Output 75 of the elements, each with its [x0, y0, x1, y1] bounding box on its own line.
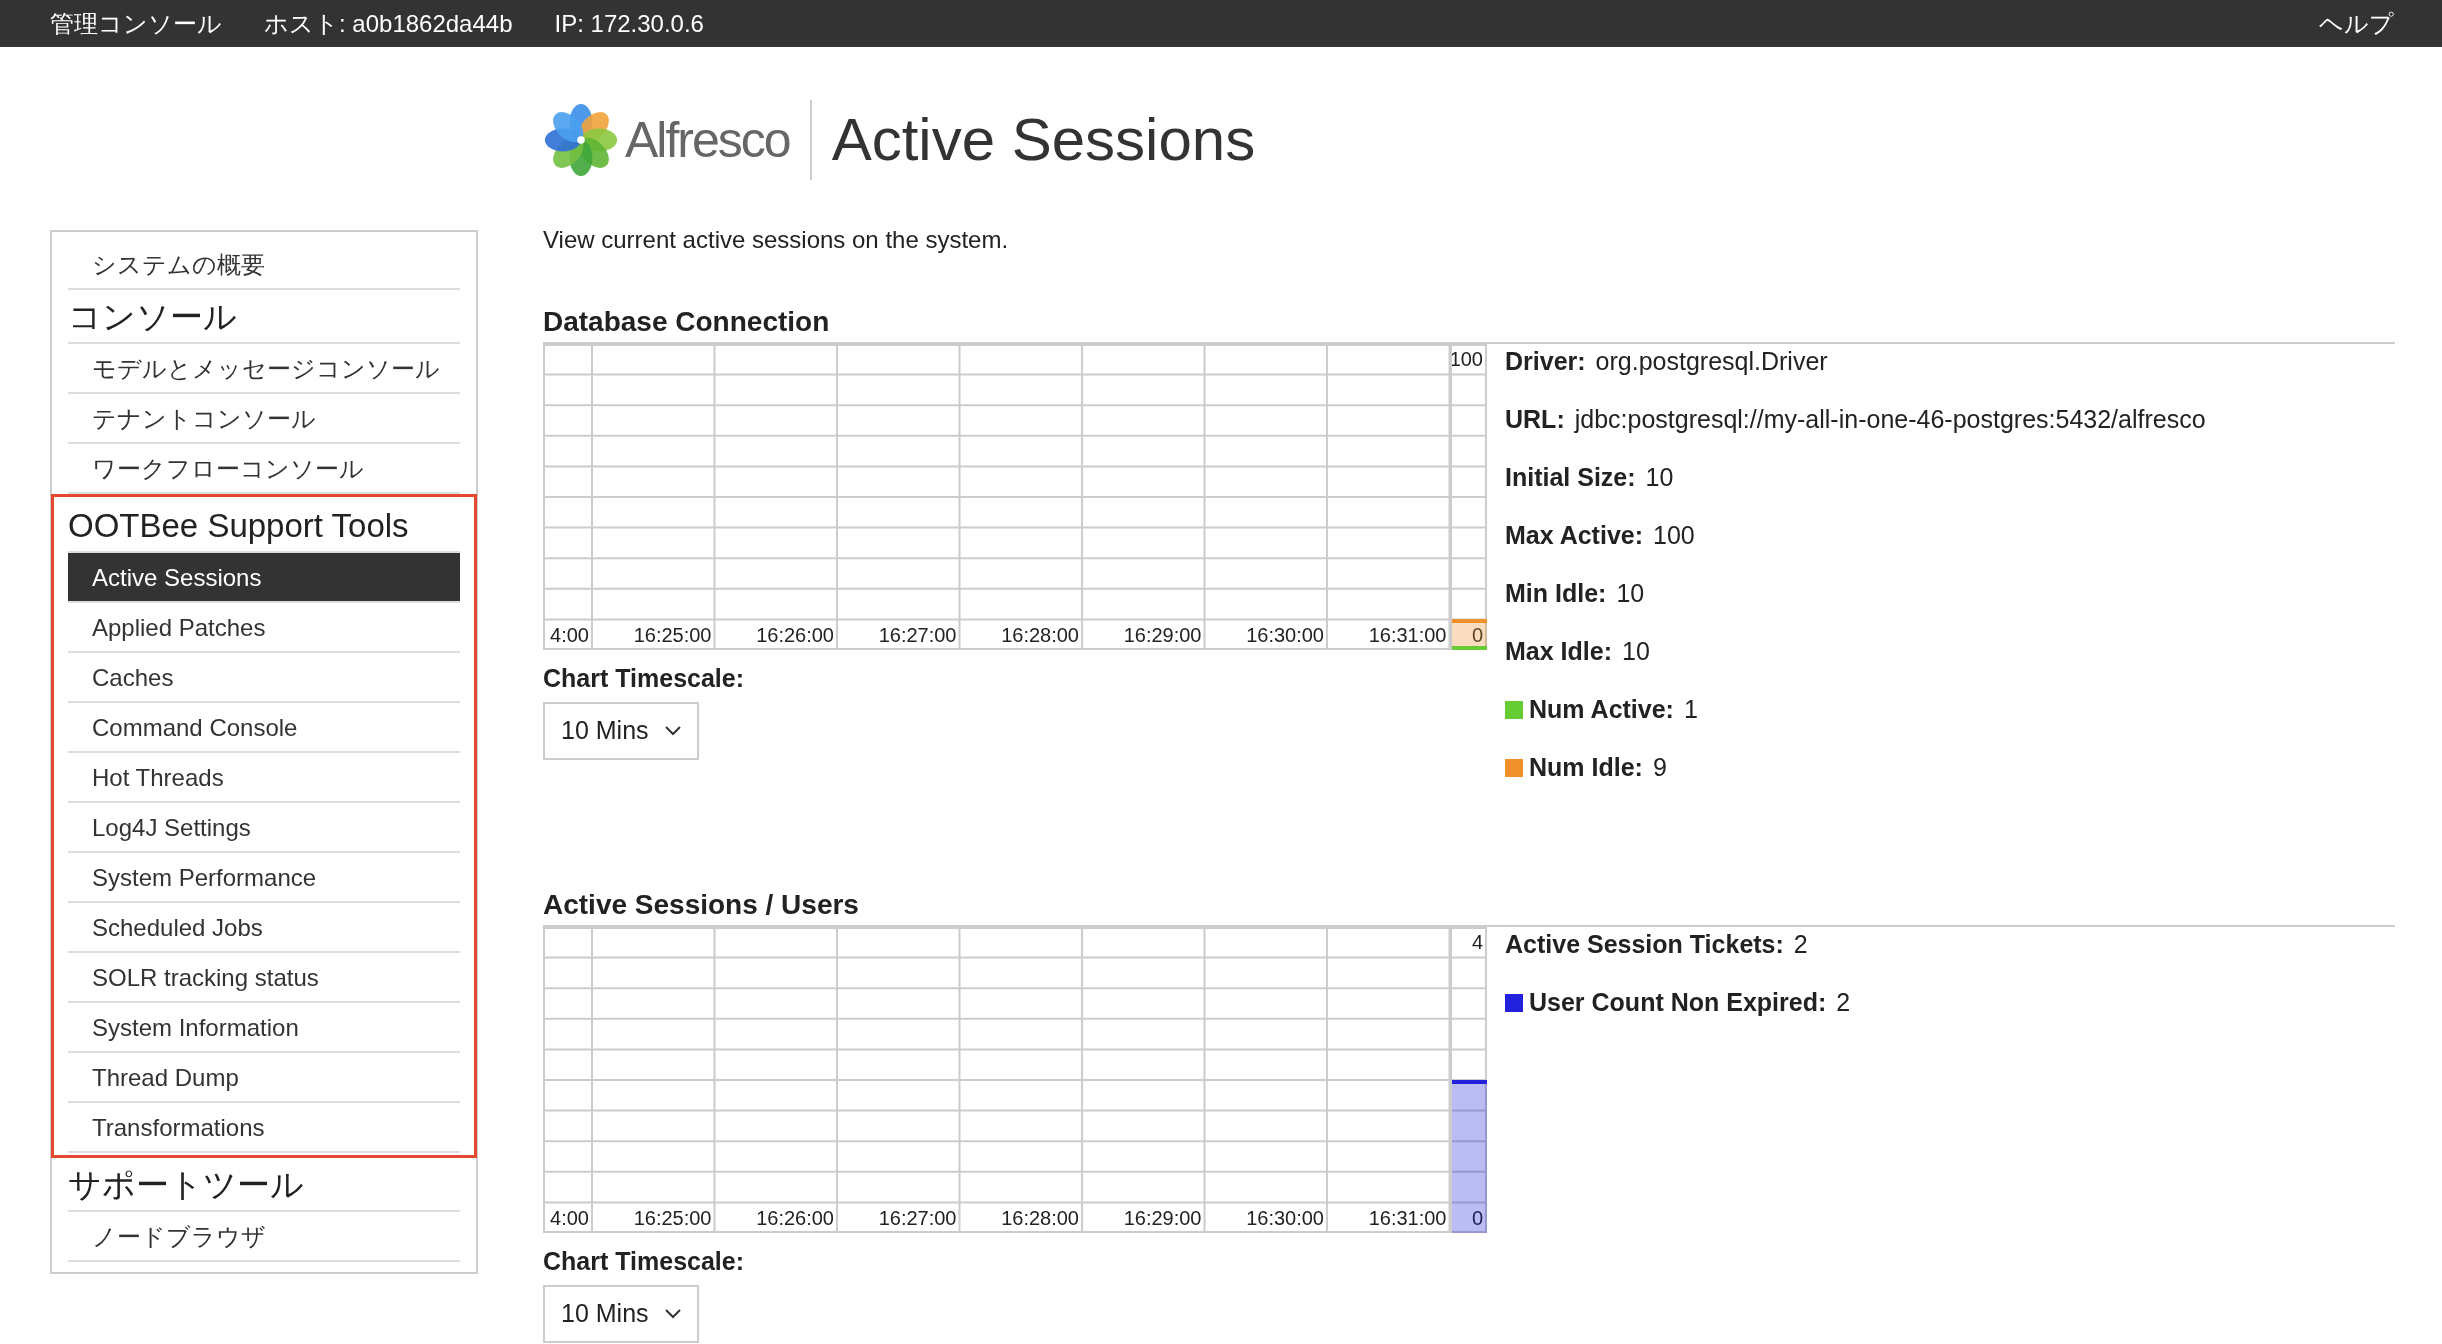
time-label: 16:25:00	[633, 1207, 712, 1229]
time-label: 16:26:00	[756, 1207, 834, 1229]
detail-value: jdbc:postgresql://my-all-in-one-46-postgres:5432/alfresco	[1574, 404, 2206, 436]
section-title: Database Connection	[543, 305, 831, 339]
detail-value: 1	[1683, 694, 1698, 726]
legend-label: Num Active:	[1529, 694, 1674, 726]
sidebar-item[interactable]: Hot Threads	[68, 753, 460, 803]
sidebar-item[interactable]: System Performance	[68, 853, 460, 903]
detail-value: 9	[1652, 752, 1667, 784]
sidebar-item[interactable]: Active Sessions	[68, 553, 460, 603]
section-title: Active Sessions / Users	[543, 888, 860, 922]
section-heading: サポートツール	[68, 1158, 460, 1212]
scale-label: 0	[1471, 624, 1483, 646]
detail-label: Active Session Tickets:	[1505, 929, 1784, 961]
host-label: ホスト: a0b1862da44b	[264, 8, 513, 39]
sidebar-item[interactable]: テナントコンソール	[68, 394, 460, 444]
sidebar-item[interactable]: SOLR tracking status	[68, 953, 460, 1003]
time-label: 16:31:00	[1368, 1207, 1447, 1229]
time-label: 16:31:00	[1368, 624, 1447, 646]
time-label: 16:29:00	[1123, 624, 1202, 646]
sidebar-item[interactable]: System Information	[68, 1003, 460, 1053]
sidebar-item[interactable]: Scheduled Jobs	[68, 903, 460, 953]
time-label: 16:27:00	[878, 1207, 957, 1229]
time-label: 16:26:00	[756, 624, 834, 646]
page-title: Active Sessions	[831, 105, 1256, 175]
time-label: 16:28:00	[1001, 1207, 1079, 1229]
sidebar-item[interactable]: モデルとメッセージコンソール	[68, 344, 460, 394]
detail-label: URL:	[1505, 404, 1565, 436]
time-label: 4:00	[550, 624, 589, 646]
detail-label: Min Idle:	[1505, 578, 1607, 610]
sidebar-item[interactable]: Thread Dump	[68, 1053, 460, 1103]
time-label: 16:25:00	[633, 624, 712, 646]
sidebar-item[interactable]: Applied Patches	[68, 603, 460, 653]
sidebar-item[interactable]: Log4J Settings	[68, 803, 460, 853]
scale-label: 0	[1471, 1207, 1483, 1229]
page-description: View current active sessions on the system.	[543, 225, 1010, 255]
detail-label: Max Idle:	[1505, 636, 1612, 668]
sidebar-item[interactable]: Command Console	[68, 703, 460, 753]
sidebar-item[interactable]: Caches	[68, 653, 460, 703]
sidebar-item[interactable]: ワークフローコンソール	[68, 444, 460, 494]
chevron-down-icon	[665, 726, 681, 736]
detail-value: 2	[1793, 929, 1808, 961]
field-label: Chart Timescale:	[543, 1246, 745, 1277]
logo-text: Alfresco	[625, 110, 790, 170]
detail-value: 10	[1622, 636, 1650, 668]
detail-value: 100	[1653, 520, 1695, 552]
ip-label: IP: 172.30.0.6	[554, 8, 704, 39]
sidebar-item[interactable]: Transformations	[68, 1103, 460, 1153]
scale-label: 4	[1471, 931, 1483, 953]
help-link[interactable]: ヘルプ	[2319, 5, 2394, 42]
chevron-down-icon	[665, 1309, 681, 1319]
legend-label: Num Idle:	[1529, 752, 1643, 784]
scale-label: 100	[1449, 348, 1483, 370]
section-heading: コンソール	[68, 290, 460, 344]
time-label: 16:30:00	[1246, 1207, 1324, 1229]
timescale-dropdown[interactable]: 10 Mins	[543, 702, 699, 760]
sidebar-item[interactable]: システムの概要	[68, 240, 460, 290]
detail-label: Max Active:	[1505, 520, 1643, 552]
detail-value: org.postgresql.Driver	[1595, 346, 1828, 378]
time-label: 16:28:00	[1001, 624, 1079, 646]
detail-label: Initial Size:	[1505, 462, 1636, 494]
time-label: 16:27:00	[878, 624, 957, 646]
detail-value: 10	[1616, 578, 1645, 610]
time-label: 16:30:00	[1246, 624, 1324, 646]
detail-value: 10	[1645, 462, 1674, 494]
detail-value: 2	[1836, 987, 1851, 1019]
sidebar-item[interactable]: ノードブラウザ	[68, 1212, 460, 1262]
timescale-dropdown[interactable]: 10 Mins	[543, 1285, 699, 1343]
time-label: 16:29:00	[1123, 1207, 1202, 1229]
legend-label: User Count Non Expired:	[1529, 987, 1827, 1019]
time-label: 4:00	[550, 1207, 589, 1229]
flower-logo-icon	[543, 102, 619, 178]
detail-label: Driver:	[1505, 346, 1586, 378]
app-title[interactable]: 管理コンソール	[50, 5, 222, 42]
field-label: Chart Timescale:	[543, 663, 745, 694]
